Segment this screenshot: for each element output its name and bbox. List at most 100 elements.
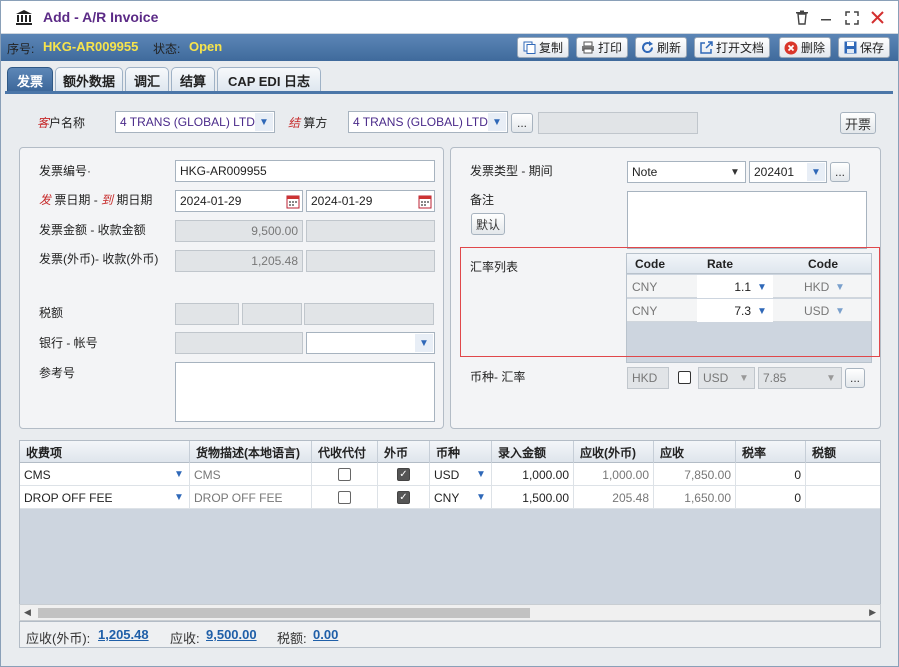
tax-label: 税额 — [39, 306, 64, 320]
received-fc-amount-field — [306, 250, 435, 272]
scroll-left-icon[interactable]: ◀ — [24, 607, 31, 618]
cell-description[interactable]: DROP OFF FEE — [190, 486, 312, 509]
cell-currency[interactable]: USD ▼ — [430, 463, 492, 486]
total-tax-label: 税额: — [277, 631, 307, 646]
charges-grid: 收费项 货物描述(本地语言) 代收代付 外币 币种 录入金额 应收(外币) 应收… — [19, 440, 881, 622]
col-ar-fc[interactable]: 应收(外币) — [574, 441, 654, 463]
remark-label: 备注 — [470, 193, 495, 207]
fx-lookup-button[interactable]: ... — [845, 368, 865, 388]
delete-button[interactable]: 删除 — [779, 37, 832, 58]
cell-currency[interactable]: CNY ▼ — [430, 486, 492, 509]
scrollbar-thumb[interactable] — [38, 608, 530, 618]
minimize-icon[interactable] — [817, 9, 834, 26]
tab-extra-data[interactable]: 额外数据 — [55, 67, 123, 92]
cell-charge-item[interactable]: CMS ▼ — [20, 463, 190, 486]
settlement-extra-field — [538, 112, 698, 134]
collect-checkbox[interactable] — [338, 468, 351, 481]
title-bar: Add - A/R Invoice — [1, 1, 898, 34]
reference-label: 参考号 — [39, 366, 76, 380]
col-charge-item[interactable]: 收费项 — [20, 441, 190, 463]
col-tax[interactable]: 税额 — [806, 441, 880, 463]
print-label: 打印 — [598, 41, 623, 55]
grid-horizontal-scrollbar[interactable]: ◀ ▶ — [19, 604, 881, 621]
cell-foreign[interactable]: ✓ — [378, 486, 430, 509]
cell-foreign[interactable]: ✓ — [378, 463, 430, 486]
close-icon[interactable] — [869, 9, 886, 26]
total-ar-value[interactable]: 9,500.00 — [206, 627, 257, 642]
delete-icon — [784, 41, 798, 55]
table-row[interactable]: CMS ▼ CMS ✓ USD ▼ 1,000.00 1,000.00 7,850.… — [20, 463, 880, 486]
state-label: 状态: — [153, 42, 181, 56]
calendar-icon[interactable] — [418, 193, 432, 209]
cell-collect[interactable] — [312, 463, 378, 486]
due-date-field[interactable]: 2024-01-29 — [306, 190, 435, 212]
col-ar[interactable]: 应收 — [654, 441, 736, 463]
account-select[interactable]: ▼ — [306, 332, 435, 354]
foreign-checkbox[interactable]: ✓ — [397, 491, 410, 504]
chevron-down-icon: ▼ — [255, 113, 273, 131]
col-collect[interactable]: 代收代付 — [312, 441, 378, 463]
cell-charge-item[interactable]: DROP OFF FEE ▼ — [20, 486, 190, 509]
open-document-button[interactable]: 打开文档 — [694, 37, 771, 58]
tab-adjust[interactable]: 调汇 — [125, 67, 169, 92]
cell-tax-rate[interactable]: 0 — [736, 486, 806, 509]
invoice-date-field[interactable]: 2024-01-29 — [175, 190, 303, 212]
tab-invoice[interactable]: 发票 — [7, 67, 53, 92]
period-select[interactable]: 202401 ▼ — [749, 161, 827, 183]
chevron-down-icon: ▼ — [822, 369, 840, 387]
trash-icon[interactable] — [793, 9, 810, 26]
save-button[interactable]: 保存 — [838, 37, 891, 58]
calendar-icon[interactable] — [286, 193, 300, 209]
col-foreign[interactable]: 外币 — [378, 441, 430, 463]
currency-rate-label: 币种- 汇率 — [470, 370, 526, 384]
settlement-lookup-button[interactable]: ... — [511, 113, 533, 133]
cell-collect[interactable] — [312, 486, 378, 509]
save-icon — [843, 41, 857, 55]
reference-field[interactable] — [175, 362, 435, 422]
issue-invoice-button[interactable]: 开票 — [840, 112, 876, 134]
customer-select[interactable]: 4 TRANS (GLOBAL) LTD ▼ — [115, 111, 275, 133]
col-currency[interactable]: 币种 — [430, 441, 492, 463]
col-input-amount[interactable]: 录入金额 — [492, 441, 574, 463]
cell-tax-rate[interactable]: 0 — [736, 463, 806, 486]
invoice-type-select[interactable]: Note ▼ — [627, 161, 746, 183]
cell-description[interactable]: CMS — [190, 463, 312, 486]
invoice-details-panel: 发票编号· HKG-AR009955 发 票日期 - 到 期日期 2024-01… — [19, 147, 444, 429]
copy-button[interactable]: 复制 — [517, 37, 570, 58]
chevron-down-icon: ▼ — [726, 163, 744, 181]
total-ar-label: 应收: — [170, 631, 200, 646]
maximize-icon[interactable] — [843, 9, 860, 26]
remark-field[interactable] — [627, 191, 867, 249]
cell-ar-fc: 205.48 — [574, 486, 654, 509]
status-bar: 序号: HKG-AR009955 状态: Open 复制 打印 刷新 打开文档 … — [1, 34, 898, 61]
col-tax-rate[interactable]: 税率 — [736, 441, 806, 463]
tab-cap-edi-log[interactable]: CAP EDI 日志 — [217, 67, 321, 92]
fx-currency-select: USD ▼ — [698, 367, 755, 389]
settlement-select[interactable]: 4 TRANS (GLOBAL) LTD ▼ — [348, 111, 508, 133]
cell-tax — [806, 463, 880, 486]
foreign-checkbox[interactable]: ✓ — [397, 468, 410, 481]
table-row[interactable]: DROP OFF FEE ▼ DROP OFF FEE ✓ CNY ▼ 1,500.… — [20, 486, 880, 509]
tab-settlement[interactable]: 结算 — [171, 67, 215, 92]
bank-field — [175, 332, 303, 354]
state-value: Open — [189, 39, 223, 54]
period-lookup-button[interactable]: ... — [830, 162, 850, 182]
cell-input-amount[interactable]: 1,000.00 — [492, 463, 574, 486]
settlement-label: 结 算方 — [288, 116, 328, 130]
collect-checkbox[interactable] — [338, 491, 351, 504]
grid-header: 收费项 货物描述(本地语言) 代收代付 外币 币种 录入金额 应收(外币) 应收… — [20, 441, 880, 463]
scroll-right-icon[interactable]: ▶ — [869, 607, 876, 618]
print-button[interactable]: 打印 — [576, 37, 629, 58]
invoice-content: 客户名称 4 TRANS (GLOBAL) LTD ▼ 结 算方 4 TRANS… — [5, 94, 893, 664]
fx-checkbox[interactable] — [678, 371, 691, 384]
invoice-no-field[interactable]: HKG-AR009955 — [175, 160, 435, 182]
default-button[interactable]: 默认 — [471, 213, 505, 235]
rate-list-highlight — [460, 247, 880, 357]
total-ar-fc-value[interactable]: 1,205.48 — [98, 627, 149, 642]
total-tax-value[interactable]: 0.00 — [313, 627, 338, 642]
invoice-no-label: 发票编号· — [39, 164, 91, 178]
customer-label: 客户名称 — [37, 116, 86, 130]
cell-input-amount[interactable]: 1,500.00 — [492, 486, 574, 509]
refresh-button[interactable]: 刷新 — [635, 37, 688, 58]
col-description[interactable]: 货物描述(本地语言) — [190, 441, 312, 463]
